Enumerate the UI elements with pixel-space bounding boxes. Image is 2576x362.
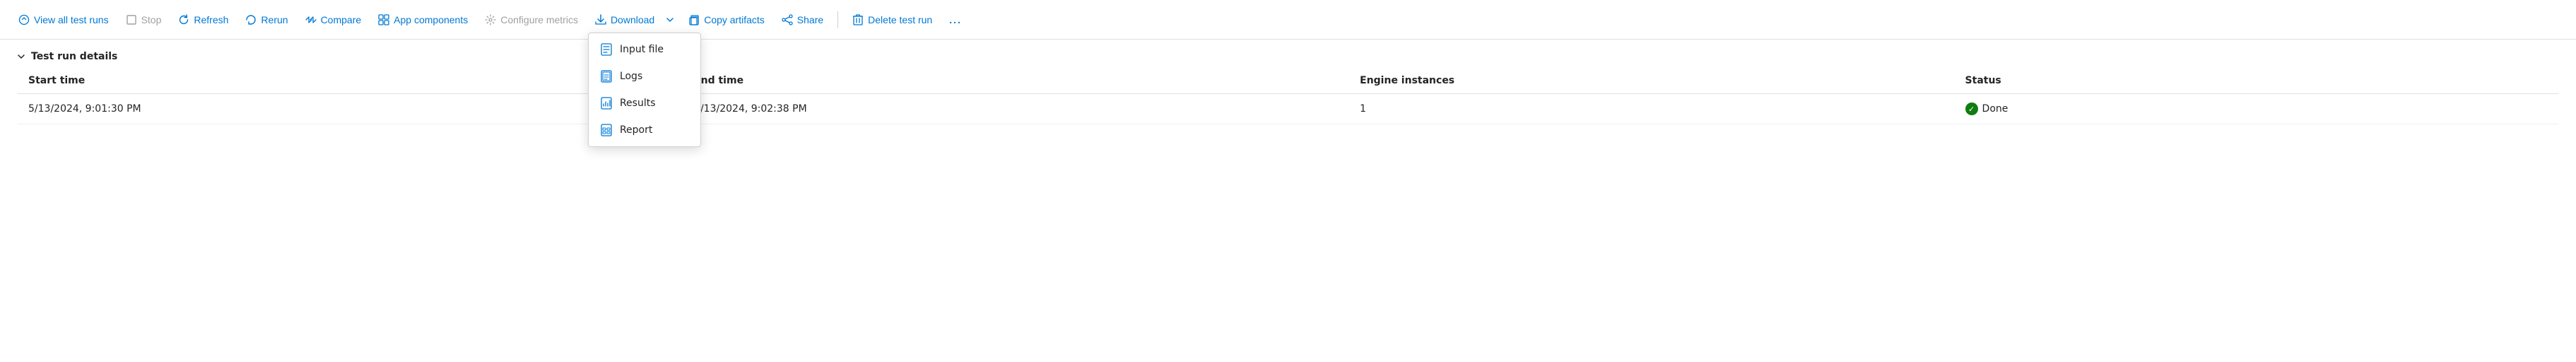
- col-header-engine-instances: Engine instances: [1348, 68, 1953, 94]
- table-row: 5/13/2024, 9:01:30 PM 5/13/2024, 9:02:38…: [17, 94, 2559, 124]
- compare-label: Compare: [321, 14, 362, 25]
- dropdown-item-logs[interactable]: Logs: [589, 63, 700, 90]
- app-components-button[interactable]: App components: [371, 10, 475, 30]
- download-group: Download Input file: [588, 10, 678, 30]
- share-icon: [782, 14, 793, 25]
- delete-label: Delete test run: [868, 14, 932, 25]
- test-run-table: Start time End time Engine instances Sta…: [17, 68, 2559, 124]
- share-label: Share: [797, 14, 823, 25]
- app-components-label: App components: [394, 14, 468, 25]
- view-all-label: View all test runs: [34, 14, 109, 25]
- dropdown-item-results[interactable]: Results: [589, 90, 700, 117]
- section-title: Test run details: [31, 51, 117, 62]
- status-done-icon: ✓: [1965, 103, 1978, 115]
- table-header: Start time End time Engine instances Sta…: [17, 68, 2559, 94]
- delete-button[interactable]: Delete test run: [845, 10, 939, 30]
- toolbar-separator: [837, 11, 838, 28]
- stop-button[interactable]: Stop: [119, 10, 169, 30]
- share-button[interactable]: Share: [775, 10, 830, 30]
- col-header-status: Status: [1954, 68, 2559, 94]
- refresh-icon: [178, 14, 189, 25]
- cell-status: ✓ Done: [1954, 94, 2559, 124]
- stop-label: Stop: [141, 14, 162, 25]
- table-wrapper: Start time End time Engine instances Sta…: [0, 68, 2576, 124]
- section-chevron-icon[interactable]: [17, 52, 25, 61]
- rerun-icon: [245, 14, 257, 25]
- copy-artifacts-icon: [688, 14, 700, 25]
- configure-metrics-icon: [485, 14, 496, 25]
- dropdown-item-report[interactable]: Report: [589, 117, 700, 144]
- input-file-icon: [600, 43, 613, 56]
- results-icon: [600, 97, 613, 110]
- configure-metrics-button[interactable]: Configure metrics: [478, 10, 585, 30]
- report-icon: [600, 124, 613, 136]
- more-button[interactable]: ...: [942, 10, 969, 30]
- rerun-label: Rerun: [261, 14, 288, 25]
- table-body: 5/13/2024, 9:01:30 PM 5/13/2024, 9:02:38…: [17, 94, 2559, 124]
- cell-start-time: 5/13/2024, 9:01:30 PM: [17, 94, 683, 124]
- download-dropdown-menu: Input file Logs: [588, 33, 701, 147]
- logs-label: Logs: [620, 71, 642, 82]
- results-label: Results: [620, 98, 656, 109]
- configure-metrics-label: Configure metrics: [500, 14, 578, 25]
- compare-icon: [305, 14, 317, 25]
- view-all-icon: [18, 14, 30, 25]
- input-file-label: Input file: [620, 44, 664, 55]
- refresh-button[interactable]: Refresh: [171, 10, 235, 30]
- main-content: Test run details Start time End time Eng…: [0, 40, 2576, 124]
- app-components-icon: [378, 14, 389, 25]
- download-button[interactable]: Download: [588, 10, 661, 30]
- col-header-end-time: End time: [683, 68, 1348, 94]
- download-label: Download: [611, 14, 654, 25]
- download-chevron-button[interactable]: [661, 11, 678, 28]
- rerun-button[interactable]: Rerun: [238, 10, 295, 30]
- status-done: ✓ Done: [1965, 103, 2548, 115]
- section-header: Test run details: [0, 40, 2576, 68]
- copy-artifacts-label: Copy artifacts: [704, 14, 765, 25]
- download-icon: [595, 14, 606, 25]
- dropdown-item-input-file[interactable]: Input file: [589, 36, 700, 63]
- copy-artifacts-button[interactable]: Copy artifacts: [681, 10, 772, 30]
- report-label: Report: [620, 124, 652, 136]
- cell-end-time: 5/13/2024, 9:02:38 PM: [683, 94, 1348, 124]
- more-label: ...: [949, 14, 962, 25]
- view-all-button[interactable]: View all test runs: [11, 10, 116, 30]
- delete-icon: [852, 14, 864, 25]
- stop-icon: [126, 14, 137, 25]
- cell-engine-instances: 1: [1348, 94, 1953, 124]
- compare-button[interactable]: Compare: [298, 10, 369, 30]
- logs-icon: [600, 70, 613, 83]
- toolbar: View all test runs Stop Refresh Rerun: [0, 0, 2576, 40]
- col-header-start-time: Start time: [17, 68, 683, 94]
- refresh-label: Refresh: [194, 14, 228, 25]
